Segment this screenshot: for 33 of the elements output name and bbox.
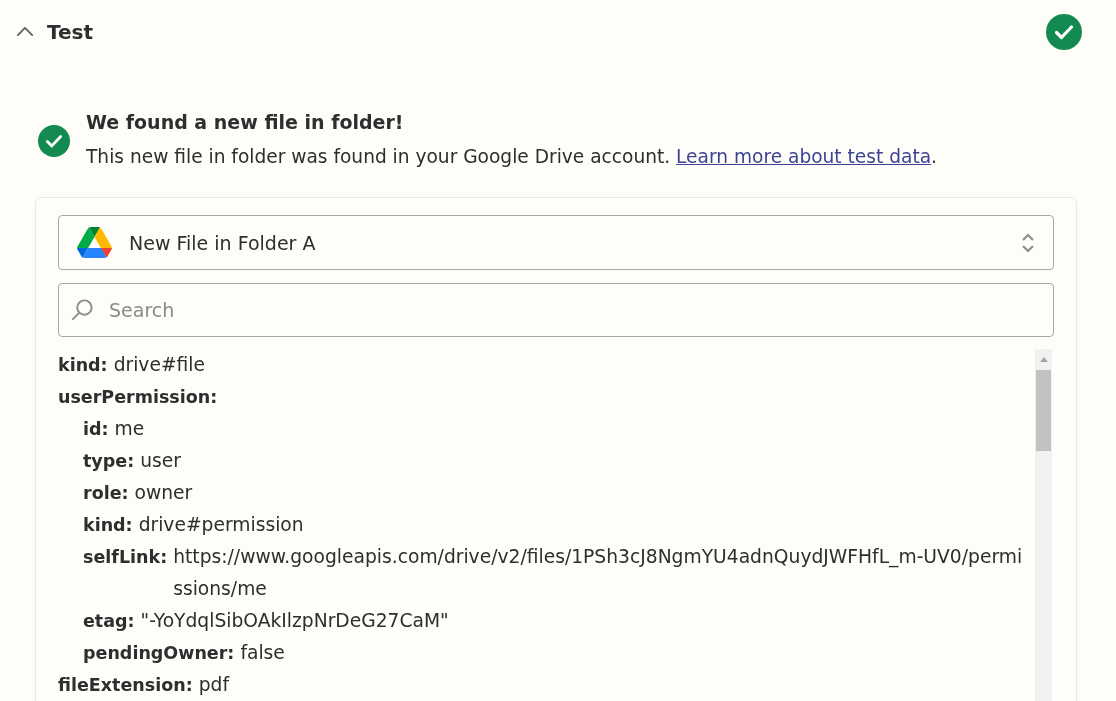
field-key: kind: [58, 349, 108, 381]
chevron-up-icon[interactable] [16, 25, 34, 37]
field-key: role: [83, 477, 129, 509]
field-value: user [140, 449, 181, 473]
field-value: "-YoYdqlSibOAkIlzpNrDeG27CaM" [140, 609, 449, 633]
field-value: me [114, 417, 145, 441]
field-key: id: [83, 413, 109, 445]
chevron-up-down-icon [1021, 231, 1035, 254]
field-key: etag: [83, 605, 135, 637]
section-title: Test [47, 19, 93, 46]
field-key: fileExtension: [58, 669, 193, 701]
search-field[interactable]: Search [58, 283, 1054, 337]
result-message: This new file in folder was found in your Google Drive account. Learn more about test data. [86, 145, 937, 169]
field-value: owner [134, 481, 193, 505]
field-key: userPermission: [58, 381, 218, 413]
learn-more-link[interactable]: Learn more about test data [676, 146, 932, 167]
field-value: https://www.googleapis.com/drive/v2/files/1PSh3cJ8NgmYU4adnQuydJWFHfL_m-UV0/permissions/me [173, 545, 1024, 601]
field-key: kind: [83, 509, 133, 541]
triangle-logo-icon [77, 227, 112, 258]
scrollbar[interactable] [1035, 349, 1052, 701]
field-value: drive#permission [138, 513, 304, 537]
search-icon [71, 298, 94, 321]
field-value: drive#file [113, 353, 206, 377]
record-dropdown[interactable]: New File in Folder A [58, 215, 1054, 270]
field-value: pdf [198, 673, 229, 697]
result-title: We found a new file in folder! [86, 110, 405, 135]
field-key: type: [83, 445, 135, 477]
scroll-up-arrow-icon[interactable] [1039, 357, 1048, 362]
field-value: false [240, 641, 285, 665]
scrollbar-thumb[interactable] [1036, 370, 1051, 451]
check-circle-icon [38, 124, 70, 157]
field-key: selfLink: [83, 541, 168, 573]
field-key: pendingOwner: [83, 637, 235, 669]
